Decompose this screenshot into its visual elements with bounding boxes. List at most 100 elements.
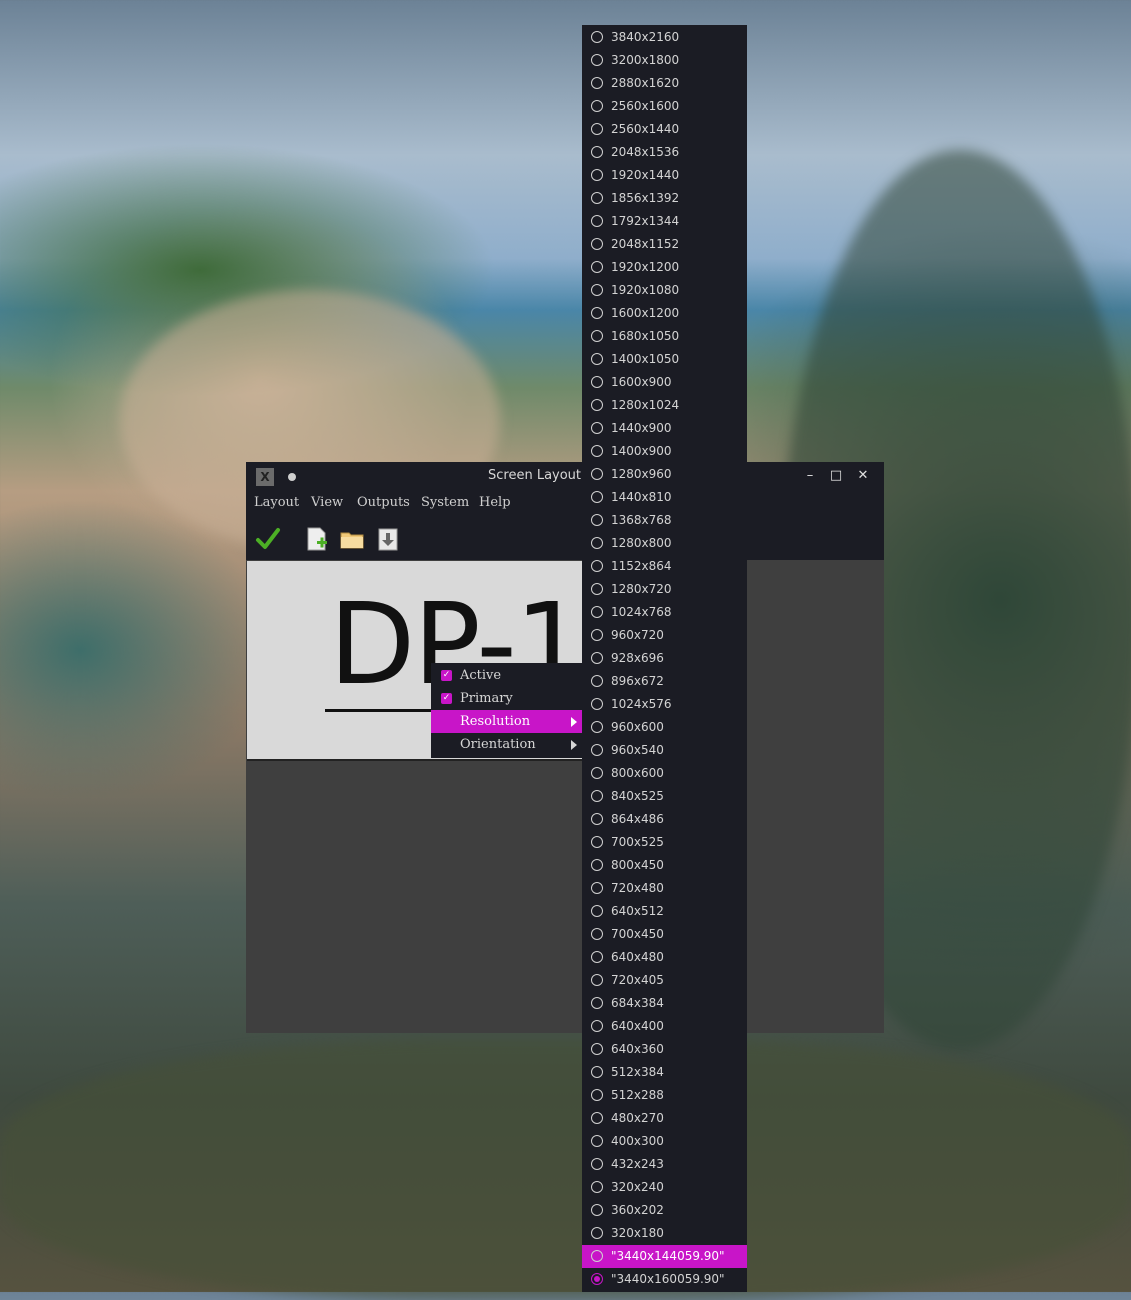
resolution-option[interactable]: 700x450: [582, 923, 747, 946]
new-layout-button[interactable]: [304, 526, 330, 552]
resolution-label: 1600x1200: [611, 306, 680, 320]
resolution-option[interactable]: 1280x720: [582, 578, 747, 601]
resolution-option[interactable]: "3440x144059.90": [582, 1245, 747, 1268]
radio-icon: [591, 1158, 603, 1170]
resolution-option[interactable]: 960x600: [582, 716, 747, 739]
radio-icon: [591, 583, 603, 595]
maximize-icon[interactable]: □: [828, 467, 844, 485]
resolution-option[interactable]: 512x288: [582, 1084, 747, 1107]
open-layout-button[interactable]: [339, 526, 365, 552]
resolution-option[interactable]: 1856x1392: [582, 187, 747, 210]
resolution-option[interactable]: 432x243: [582, 1153, 747, 1176]
radio-icon: [591, 1181, 603, 1193]
resolution-option[interactable]: 320x240: [582, 1176, 747, 1199]
resolution-option[interactable]: 1024x768: [582, 601, 747, 624]
resolution-option[interactable]: 720x480: [582, 877, 747, 900]
resolution-option[interactable]: 640x512: [582, 900, 747, 923]
resolution-option[interactable]: 1280x960: [582, 463, 747, 486]
resolution-option[interactable]: 1680x1050: [582, 325, 747, 348]
resolution-option[interactable]: 1920x1200: [582, 256, 747, 279]
resolution-option[interactable]: 800x600: [582, 762, 747, 785]
sticky-dot-icon[interactable]: [288, 473, 296, 481]
resolution-label: 3200x1800: [611, 53, 680, 67]
minimize-icon[interactable]: –: [802, 467, 818, 485]
resolution-option[interactable]: 3200x1800: [582, 49, 747, 72]
resolution-label: 684x384: [611, 996, 664, 1010]
resolution-label: 320x240: [611, 1180, 664, 1194]
resolution-label: 700x450: [611, 927, 664, 941]
radio-icon: [591, 169, 603, 181]
resolution-option[interactable]: 1280x1024: [582, 394, 747, 417]
resolution-option[interactable]: 928x696: [582, 647, 747, 670]
resolution-option[interactable]: 960x540: [582, 739, 747, 762]
resolution-option[interactable]: 1368x768: [582, 509, 747, 532]
radio-icon: [591, 1204, 603, 1216]
resolution-option[interactable]: 700x525: [582, 831, 747, 854]
submenu-arrow-icon: [571, 740, 577, 750]
resolution-option[interactable]: 2048x1152: [582, 233, 747, 256]
close-icon[interactable]: ✕: [855, 467, 871, 485]
apply-button[interactable]: [255, 526, 281, 552]
resolution-label: 1440x900: [611, 421, 672, 435]
menu-item-primary[interactable]: ✓ Primary: [431, 687, 582, 710]
output-context-menu: ✓ Active ✓ Primary Resolution Orientatio…: [431, 663, 582, 758]
menu-help[interactable]: Help: [479, 495, 511, 510]
resolution-option[interactable]: 2048x1536: [582, 141, 747, 164]
resolution-option[interactable]: 864x486: [582, 808, 747, 831]
resolution-option[interactable]: 800x450: [582, 854, 747, 877]
resolution-label: 1280x960: [611, 467, 672, 481]
resolution-option[interactable]: 360x202: [582, 1199, 747, 1222]
resolution-option[interactable]: 960x720: [582, 624, 747, 647]
resolution-option[interactable]: 400x300: [582, 1130, 747, 1153]
save-layout-button[interactable]: [375, 526, 401, 552]
primary-checkbox[interactable]: ✓: [441, 693, 452, 704]
resolution-option[interactable]: 3840x2160: [582, 26, 747, 49]
resolution-option[interactable]: 1600x900: [582, 371, 747, 394]
active-checkbox[interactable]: ✓: [441, 670, 452, 681]
menu-layout[interactable]: Layout: [254, 495, 299, 510]
resolution-option[interactable]: 1152x864: [582, 555, 747, 578]
resolution-label: 512x384: [611, 1065, 664, 1079]
resolution-option[interactable]: 1440x810: [582, 486, 747, 509]
radio-icon: [591, 1227, 603, 1239]
radio-icon: [591, 445, 603, 457]
resolution-option[interactable]: 840x525: [582, 785, 747, 808]
resolution-option[interactable]: 640x360: [582, 1038, 747, 1061]
radio-icon: [591, 353, 603, 365]
resolution-option[interactable]: 320x180: [582, 1222, 747, 1245]
menu-item-orientation[interactable]: Orientation: [431, 733, 582, 756]
resolution-label: 1024x576: [611, 697, 672, 711]
menu-item-active[interactable]: ✓ Active: [431, 664, 582, 687]
resolution-option[interactable]: "3440x160059.90": [582, 1268, 747, 1291]
resolution-option[interactable]: 684x384: [582, 992, 747, 1015]
resolution-option[interactable]: 1600x1200: [582, 302, 747, 325]
resolution-option[interactable]: 640x480: [582, 946, 747, 969]
radio-icon: [591, 974, 603, 986]
menu-view[interactable]: View: [311, 495, 343, 510]
wallpaper-foreground: [0, 1040, 1131, 1300]
resolution-option[interactable]: 1440x900: [582, 417, 747, 440]
resolution-option[interactable]: 1280x800: [582, 532, 747, 555]
resolution-option[interactable]: 480x270: [582, 1107, 747, 1130]
resolution-option[interactable]: 640x400: [582, 1015, 747, 1038]
resolution-option[interactable]: 2880x1620: [582, 72, 747, 95]
resolution-option[interactable]: 2560x1440: [582, 118, 747, 141]
resolution-option[interactable]: 720x405: [582, 969, 747, 992]
radio-icon: [591, 330, 603, 342]
radio-icon: [591, 928, 603, 940]
resolution-option[interactable]: 1400x900: [582, 440, 747, 463]
menu-item-resolution[interactable]: Resolution: [431, 710, 582, 733]
resolution-option[interactable]: 1024x576: [582, 693, 747, 716]
resolution-option[interactable]: 2560x1600: [582, 95, 747, 118]
resolution-option[interactable]: 1920x1080: [582, 279, 747, 302]
radio-icon: [591, 146, 603, 158]
menu-system[interactable]: System: [421, 495, 469, 510]
radio-icon: [591, 629, 603, 641]
resolution-option[interactable]: 512x384: [582, 1061, 747, 1084]
resolution-option[interactable]: 1920x1440: [582, 164, 747, 187]
resolution-option[interactable]: 1792x1344: [582, 210, 747, 233]
resolution-option[interactable]: 896x672: [582, 670, 747, 693]
resolution-option[interactable]: 1400x1050: [582, 348, 747, 371]
radio-icon: [591, 1135, 603, 1147]
menu-outputs[interactable]: Outputs: [357, 495, 410, 510]
